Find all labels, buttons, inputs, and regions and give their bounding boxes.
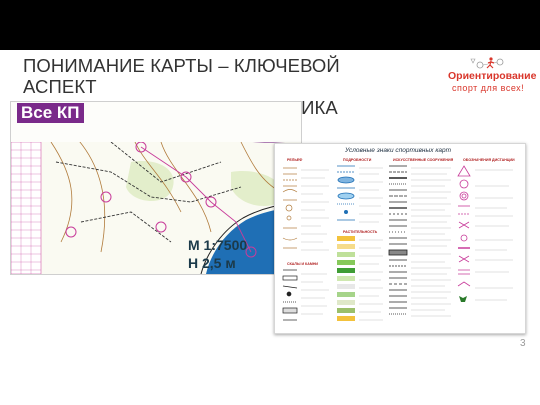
logo-name: Ориентирование (448, 70, 537, 82)
map-title: Все КП (17, 103, 84, 123)
orienteering-map: Все КП (10, 101, 302, 275)
top-bar (0, 0, 540, 50)
page-number: 3 (520, 338, 526, 349)
contour-interval: Н 2,5 м (188, 255, 236, 271)
title-line-1: ПОНИМАНИЕ КАРТЫ – КЛЮЧЕВОЙ АСПЕКТ (23, 55, 340, 97)
logo: Ориентирование спорт для всех! (438, 56, 537, 96)
legend-symbols (282, 165, 513, 321)
scale-ratio: М 1:7500 (188, 237, 248, 253)
logo-tagline: спорт для всех! (452, 83, 525, 93)
map-scale: М 1:7500 Н 2,5 м (188, 236, 247, 272)
map-legend: Условные знаки спортивных карт РЕЛЬЕФ ПО… (274, 143, 526, 334)
